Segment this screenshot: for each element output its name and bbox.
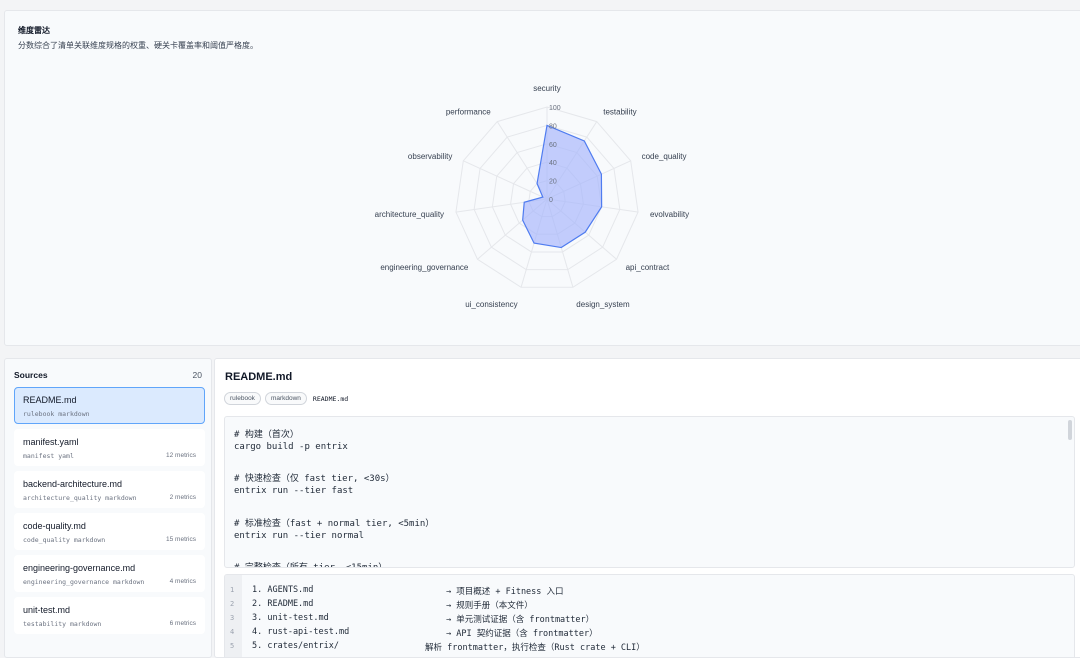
radar-tick-label: 60 [549, 142, 557, 149]
radar-tick-label: 40 [549, 160, 557, 167]
source-meta: rulebook markdown [23, 410, 90, 418]
source-name: backend-architecture.md [23, 479, 123, 489]
source-name: code-quality.md [23, 521, 86, 531]
detail-filename: README.md [312, 394, 349, 403]
list-item: 3. unit-test.md [252, 613, 329, 623]
radar-axis-label: testability [603, 108, 636, 117]
line-number: 1 [230, 586, 235, 594]
source-item[interactable]: manifest.yaml manifest yaml 12 metrics [14, 429, 205, 466]
detail-panel: README.md rulebook markdown README.md # … [214, 358, 1080, 658]
radar-axis-label: evolvability [650, 210, 689, 219]
list-item-description: → 规则手册（本文件） [446, 601, 533, 611]
tag-markdown: markdown [264, 392, 307, 405]
list-item-description: → API 契约证据（含 frontmatter） [446, 629, 598, 639]
source-meta: testability markdown [23, 620, 102, 628]
source-meta: architecture_quality markdown [23, 494, 137, 502]
radar-axis-label: api_contract [626, 263, 670, 272]
code-line: # 标准检查（fast + normal tier, <5min） [234, 518, 435, 529]
list-item: 5. crates/entrix/ [252, 641, 339, 651]
code-scrollbar[interactable] [1068, 420, 1072, 440]
source-meta: engineering_governance markdown [23, 578, 145, 586]
line-number: 4 [230, 628, 235, 636]
radar-axis-label: design_system [576, 300, 630, 309]
radar-chart: 0 20 40 60 80 100 security testability code_qual… [375, 84, 689, 309]
radar-axis-label: security [533, 84, 561, 93]
radar-card: 维度雷达 分数综合了清单关联维度规格的权重、硬关卡覆盖率和阈值严格度。 0 20 4… [4, 10, 1080, 346]
source-item[interactable]: code-quality.md code_quality markdown 15 m… [14, 513, 205, 550]
source-meta: code_quality markdown [23, 536, 106, 544]
source-metrics: 15 metrics [166, 536, 196, 543]
source-name: engineering-governance.md [23, 563, 136, 573]
radar-axis-label: code_quality [642, 152, 687, 161]
radar-axis-label: architecture_quality [375, 210, 444, 219]
line-number: 5 [230, 642, 235, 650]
code-line: # 构建（首次） [234, 430, 299, 440]
detail-title: README.md [225, 371, 293, 383]
tag-rulebook: rulebook [224, 392, 261, 405]
source-item[interactable]: backend-architecture.md architecture_qual… [14, 471, 205, 508]
code-line: cargo build -p entrix [234, 441, 348, 452]
source-item[interactable]: README.md rulebook markdown [14, 387, 205, 424]
sources-panel: Sources 20 README.md rulebook markdown man… [4, 358, 212, 658]
line-number: 2 [230, 600, 235, 608]
radar-tick-label: 20 [549, 179, 557, 186]
list-item-description: → 项目概述 + Fitness 入口 [446, 587, 564, 597]
line-number: 3 [230, 614, 235, 622]
list-item-description: 解析 frontmatter，执行检查（Rust crate + CLI） [425, 643, 645, 653]
radar-axis-label: performance [446, 108, 491, 117]
list-item: 2. README.md [252, 599, 314, 609]
radar-tick-label: 0 [549, 197, 553, 204]
source-metrics: 6 metrics [169, 620, 196, 627]
code-line: entrix run --tier normal [234, 530, 365, 541]
code-line: # 快速检查（仅 fast tier, <30s） [234, 474, 395, 485]
source-item[interactable]: engineering-governance.md engineering_gov… [14, 555, 205, 592]
code-line: # 完整检查（所有 tier, <15min） [234, 560, 387, 567]
source-name: unit-test.md [23, 605, 71, 615]
sources-title: Sources [14, 370, 48, 380]
radar-axis-label: ui_consistency [465, 300, 517, 309]
file-list-block[interactable]: 1 1. AGENTS.md → 项目概述 + Fitness 入口 2 2. READ… [224, 574, 1075, 657]
source-metrics: 12 metrics [166, 452, 196, 459]
source-name: manifest.yaml [23, 437, 79, 447]
source-meta: manifest yaml [23, 452, 74, 460]
source-metrics: 2 metrics [169, 494, 196, 501]
radar-tick-label: 100 [549, 105, 561, 112]
sources-count: 20 [192, 370, 202, 380]
source-item[interactable]: unit-test.md testability markdown 6 metric… [14, 597, 205, 634]
detail-tags: rulebook markdown README.md [224, 392, 348, 405]
radar-axis-label: observability [408, 152, 452, 161]
list-item-description: → 单元测试证据（含 frontmatter） [446, 615, 595, 625]
source-metrics: 4 metrics [169, 578, 196, 585]
source-name: README.md [23, 395, 77, 405]
list-item: 1. AGENTS.md [252, 585, 314, 595]
code-block[interactable]: # 构建（首次） cargo build -p entrix # 快速检查（仅 fa… [224, 416, 1075, 568]
code-line: entrix run --tier fast [234, 486, 354, 497]
radar-tick-label: 80 [549, 123, 557, 130]
radar-axis-label: engineering_governance [380, 263, 469, 272]
list-item: 4. rust-api-test.md [252, 627, 350, 637]
